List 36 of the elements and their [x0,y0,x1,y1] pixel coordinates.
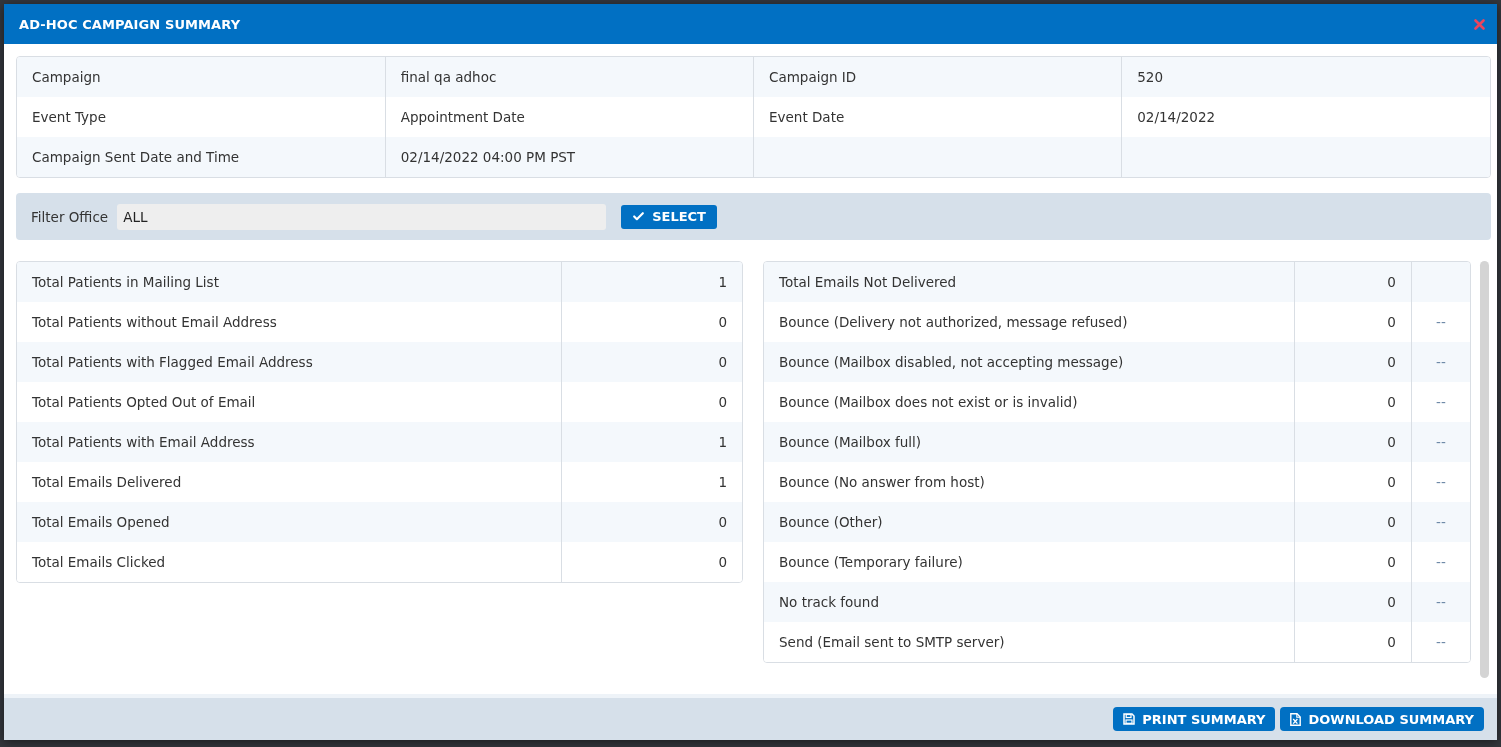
field-label: Campaign [17,57,386,97]
stat-label: Total Patients Opted Out of Email [17,382,562,422]
stat-label: Total Patients with Email Address [17,422,562,462]
scrollbar-thumb[interactable] [1480,261,1489,678]
stat-label: Total Patients with Flagged Email Address [17,342,562,382]
stat-value: 0 [1294,622,1412,662]
stat-label: Total Emails Opened [17,502,562,542]
stat-label: Total Emails Not Delivered [764,262,1295,302]
stat-label: Bounce (Mailbox does not exist or is invalid) [764,382,1295,422]
stat-label: Total Patients in Mailing List [17,262,562,302]
field-label: Event Type [17,97,386,137]
stat-label: Bounce (Mailbox full) [764,422,1295,462]
document-icon [1290,712,1302,726]
print-button[interactable]: PRINT SUMMARY [1113,707,1276,731]
check-icon [632,210,646,223]
office-filter-field[interactable]: ALL [117,203,607,230]
field-label: Campaign Sent Date and Time [17,137,386,177]
stat-label: Total Emails Delivered [17,462,562,502]
stat-label: Bounce (Mailbox disabled, not accepting message) [764,342,1295,382]
stat-label: No track found [764,582,1295,622]
select-button[interactable]: SELECT [621,204,717,229]
stat-label: Total Emails Clicked [17,542,562,582]
field-value: 02/14/2022 04:00 PM PST [385,137,754,177]
stat-label: Bounce (Other) [764,502,1295,542]
close-button[interactable] [1474,18,1485,30]
stat-label: Bounce (Temporary failure) [764,542,1295,582]
stat-label: Bounce (No answer from host) [764,462,1295,502]
stat-value: 0 [561,542,742,582]
close-icon [1474,18,1485,30]
dialog-title: AD-HOC CAMPAIGN SUMMARY [19,16,241,32]
stat-label: Bounce (Delivery not authorized, message refused) [764,302,1295,342]
stat-label: Send (Email sent to SMTP server) [764,622,1295,662]
stat-detail: -- [1411,622,1470,662]
download-button[interactable]: DOWNLOAD SUMMARY [1280,707,1484,731]
stat-label: Total Patients without Email Address [17,302,562,342]
filter-label: Filter Office [31,208,109,225]
